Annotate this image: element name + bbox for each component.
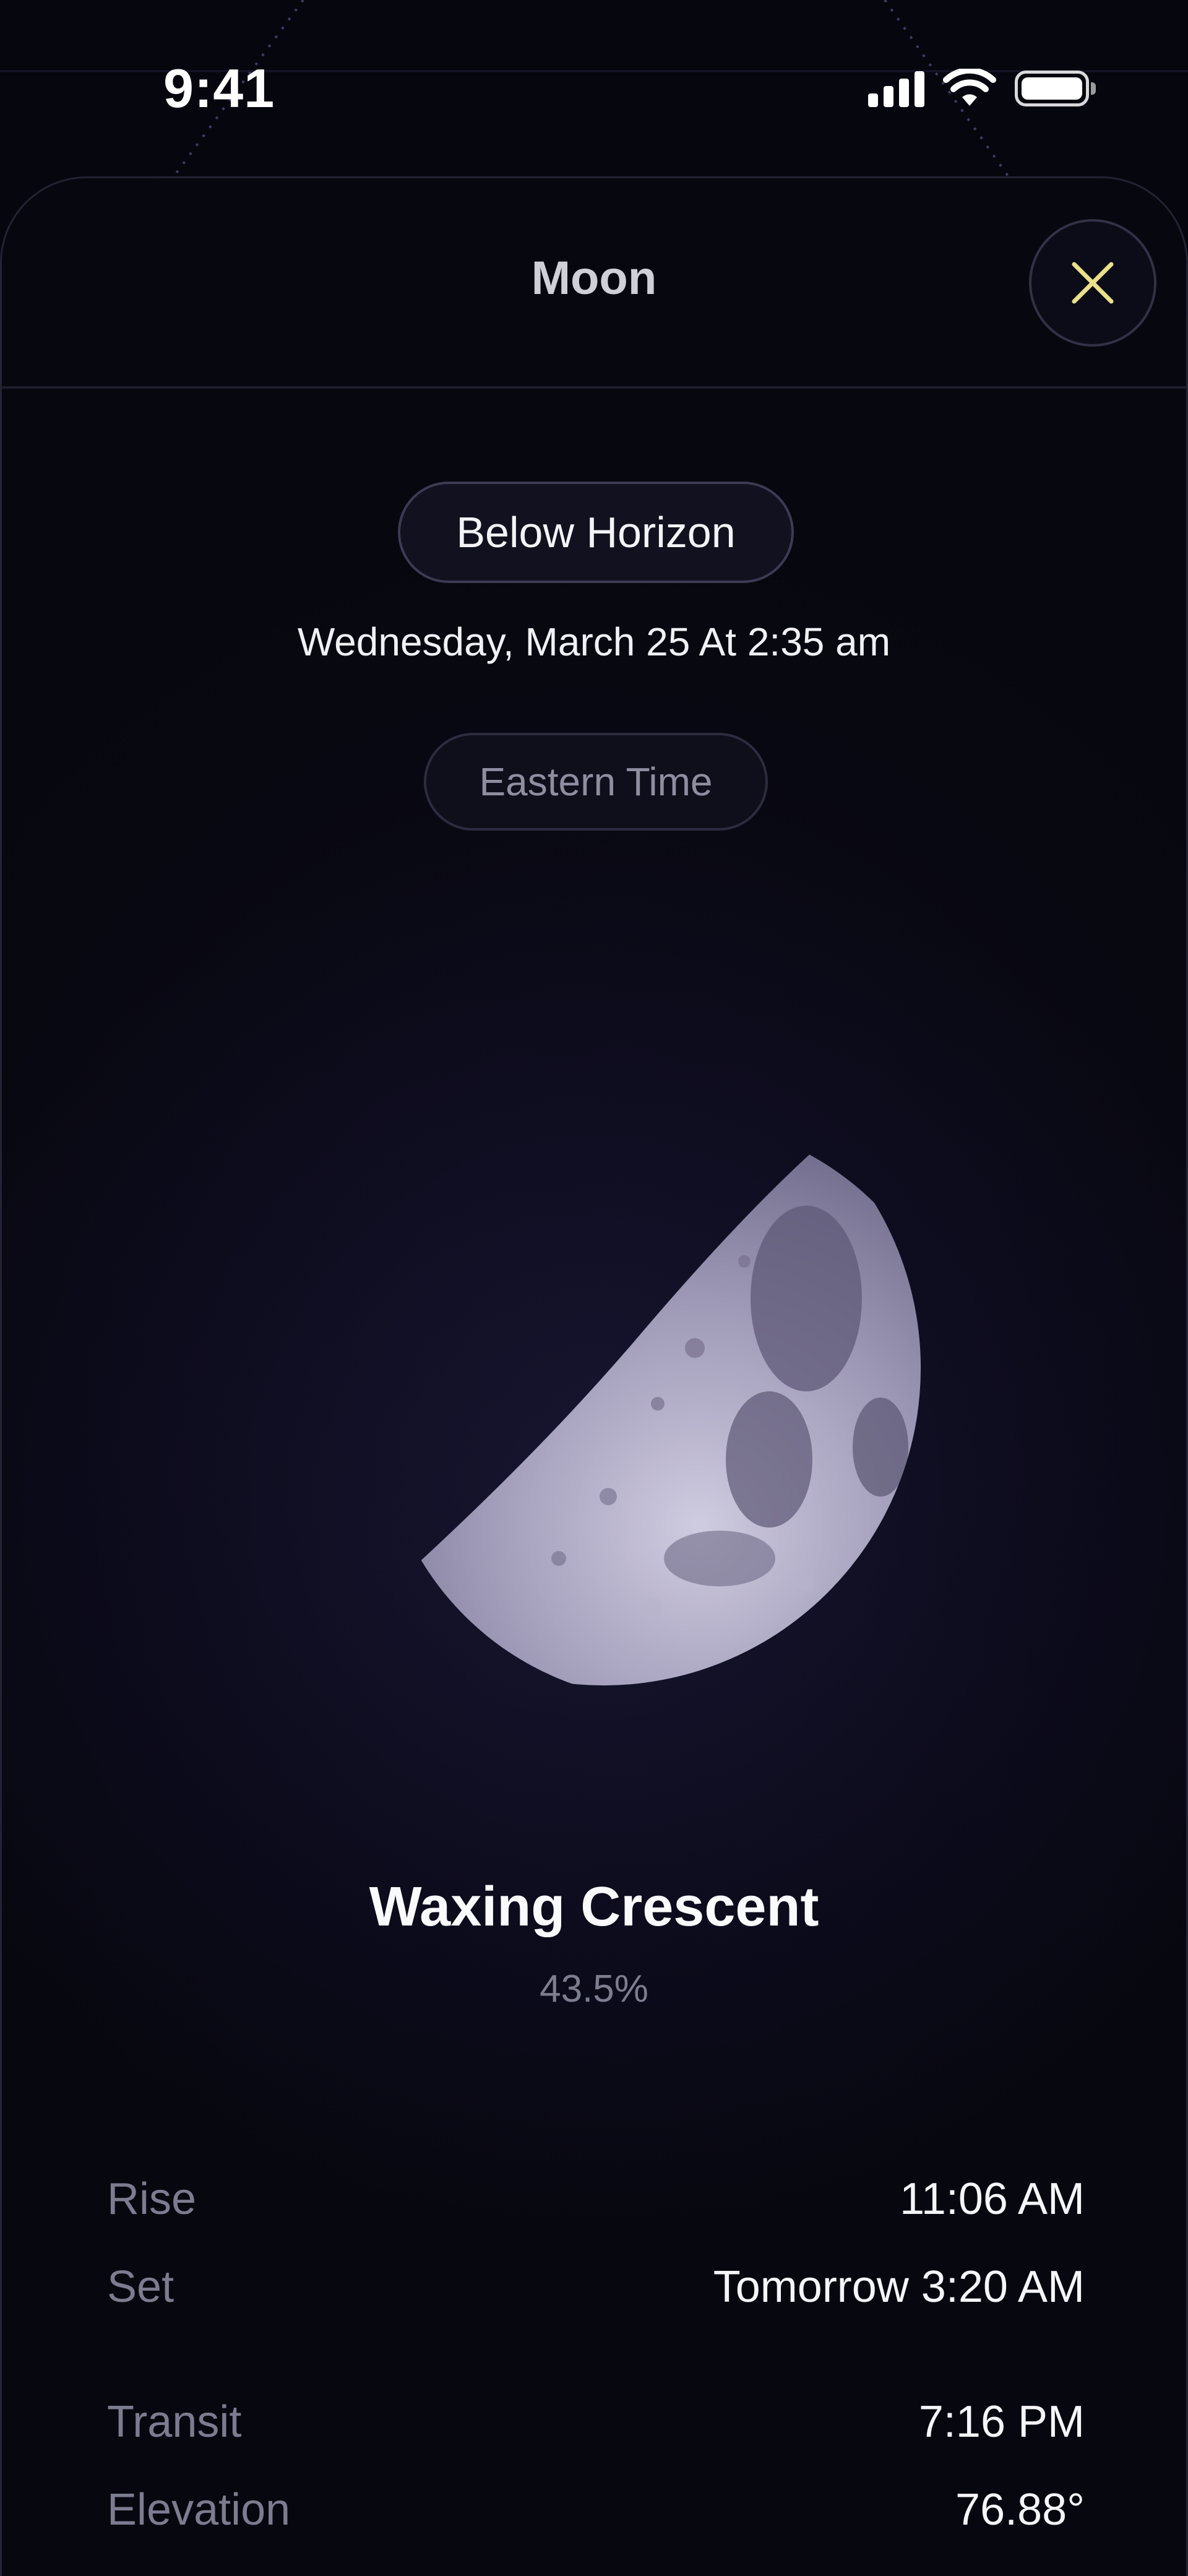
detail-row-rise: Rise 11:06 AM [107,2171,1085,2227]
moon-sheet: Moon Below Horizon Wednesday, March 25 A… [0,176,1188,2576]
close-button[interactable] [1029,219,1156,347]
moon-detail-screen: 9:41 Moon Below Horizon Wednesday, March… [0,0,1188,2576]
status-icons [868,67,1096,110]
cellular-signal-icon [868,70,924,107]
detail-label: Elevation [107,2485,291,2535]
sheet-header: Moon [2,178,1186,389]
detail-value: 7:16 PM [918,2397,1085,2447]
date-time-label: Wednesday, March 25 At 2:35 am [297,620,891,664]
detail-value: 11:06 AM [900,2174,1085,2224]
detail-label: Rise [107,2174,197,2224]
moon-illustration [382,1141,921,1686]
status-bar: 9:41 [0,0,1188,142]
close-icon [1072,262,1114,304]
detail-label: Set [107,2262,174,2312]
detail-value: 76.88° [955,2485,1085,2535]
detail-row-set: Set Tomorrow 3:20 AM [107,2259,1085,2315]
battery-icon [1015,71,1096,106]
detail-row-transit: Transit 7:16 PM [107,2394,1085,2450]
detail-row-elevation: Elevation 76.88° [107,2482,1085,2538]
wifi-icon [943,69,996,106]
visibility-badge: Below Horizon [398,482,794,583]
detail-label: Transit [107,2397,242,2447]
moon-illumination: 43.5% [540,1968,648,2010]
moon-phase-name: Waxing Crescent [369,1876,819,1938]
sheet-title: Moon [531,252,657,305]
detail-value: Tomorrow 3:20 AM [713,2262,1085,2312]
timezone-button[interactable]: Eastern Time [424,733,768,831]
status-time: 9:41 [163,58,275,119]
